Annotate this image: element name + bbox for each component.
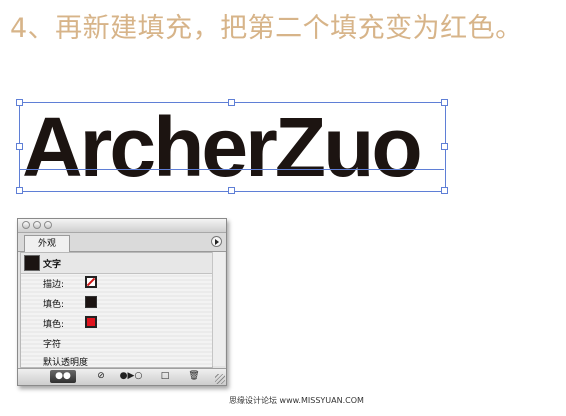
panel-tab-row: 外观 — [18, 233, 226, 252]
appearance-header-row[interactable]: 文字 — [21, 253, 212, 274]
selection-handle-top-left[interactable] — [16, 99, 23, 106]
stroke-none-swatch-icon[interactable] — [85, 276, 97, 288]
panel-titlebar[interactable] — [18, 219, 226, 233]
row-label: 默认透明度 — [43, 358, 89, 368]
selection-handle-bottom-right[interactable] — [441, 187, 448, 194]
zoom-window-icon[interactable] — [44, 221, 52, 229]
resize-grip-icon[interactable] — [215, 374, 225, 384]
fill-red-swatch[interactable] — [85, 316, 97, 328]
tab-appearance[interactable]: 外观 — [24, 235, 70, 252]
panel-menu-icon[interactable] — [211, 236, 222, 247]
row-label: 字符 — [43, 340, 62, 350]
appearance-row-characters[interactable]: 字符 — [21, 333, 212, 353]
selection-bounding-box — [19, 102, 446, 192]
appearance-list: 文字 描边: 填色: 填色: 字符 默认透明度 — [20, 252, 213, 368]
object-type-label: 文字 — [43, 260, 62, 270]
text-baseline — [19, 169, 444, 170]
appearance-row-stroke[interactable]: 描边: — [21, 273, 212, 293]
appearance-row-fill-1[interactable]: 填色: — [21, 293, 212, 313]
selection-handle-bottom[interactable] — [228, 187, 235, 194]
panel-bottom-toolbar: ●● ⊘ ●▶○ □ 🗑 — [18, 368, 226, 385]
appearance-row-fill-2[interactable]: 填色: — [21, 313, 212, 333]
object-thumbnail-icon — [24, 255, 40, 271]
new-art-basic-appearance-button[interactable]: ●● — [50, 370, 76, 383]
reduce-to-basic-appearance-button[interactable]: ●▶○ — [116, 370, 146, 383]
selection-handle-top[interactable] — [228, 99, 235, 106]
delete-item-button[interactable]: 🗑 — [186, 370, 202, 383]
appearance-panel: 外观 文字 描边: 填色: 填色: 字符 默认透明度 ●● ⊘ ●▶○ □ 🗑 — [17, 218, 227, 386]
footer-watermark: 思缘设计论坛 www.MISSYUAN.COM — [229, 396, 364, 405]
minimize-window-icon[interactable] — [33, 221, 41, 229]
selection-handle-top-right[interactable] — [441, 99, 448, 106]
selection-handle-left[interactable] — [16, 143, 23, 150]
row-label: 填色: — [43, 320, 65, 330]
step-title: 4、再新建填充，把第二个填充变为红色。 — [10, 13, 523, 44]
selection-handle-right[interactable] — [441, 143, 448, 150]
row-label: 描边: — [43, 280, 65, 290]
row-label: 填色: — [43, 300, 65, 310]
duplicate-item-button[interactable]: □ — [158, 370, 172, 383]
close-window-icon[interactable] — [22, 221, 30, 229]
fill-black-swatch[interactable] — [85, 296, 97, 308]
appearance-scrollbar[interactable] — [212, 252, 225, 366]
selection-handle-bottom-left[interactable] — [16, 187, 23, 194]
clear-appearance-button[interactable]: ⊘ — [92, 370, 110, 383]
